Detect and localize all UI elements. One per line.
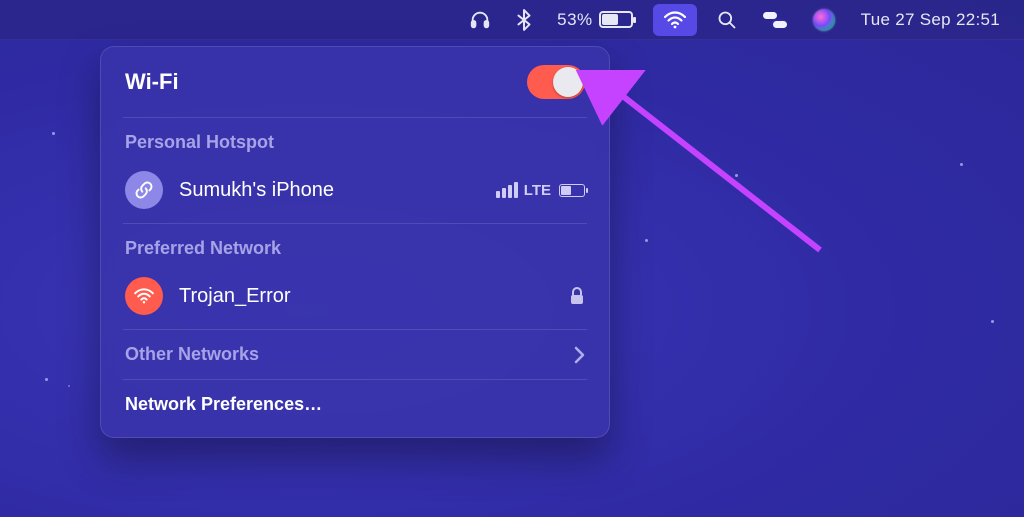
lock-icon (569, 287, 585, 305)
audio-output-icon[interactable] (463, 0, 497, 39)
divider (123, 329, 587, 330)
other-networks-row[interactable]: Other Networks (101, 334, 609, 375)
battery-fill (602, 14, 618, 25)
divider (123, 223, 587, 224)
hotspot-name: Sumukh's iPhone (179, 179, 496, 202)
wifi-title: Wi-Fi (125, 69, 527, 95)
spotlight-search-icon[interactable] (711, 0, 743, 39)
battery-percent-label: 53% (557, 10, 593, 30)
cell-type-label: LTE (524, 182, 551, 199)
preferred-network-row[interactable]: Trojan_Error (101, 267, 609, 325)
menubar: 53% Tue 27 Sep 22:51 (0, 0, 1024, 40)
personal-hotspot-label: Personal Hotspot (101, 122, 609, 161)
divider (123, 379, 587, 380)
wifi-dropdown-panel: Wi-Fi Personal Hotspot Sumukh's iPhone L… (100, 46, 610, 438)
preferred-network-name: Trojan_Error (179, 285, 569, 308)
hotspot-battery-icon (559, 184, 585, 197)
battery-status[interactable]: 53% (551, 0, 639, 39)
other-networks-label: Other Networks (125, 344, 573, 365)
network-preferences-label: Network Preferences… (125, 394, 322, 415)
preferred-network-label: Preferred Network (101, 228, 609, 267)
divider (123, 117, 587, 118)
control-center-icon[interactable] (757, 0, 793, 39)
hotspot-link-icon (125, 171, 163, 209)
wifi-toggle-knob (553, 67, 583, 97)
bluetooth-icon[interactable] (511, 0, 537, 39)
menubar-clock[interactable]: Tue 27 Sep 22:51 (855, 0, 1006, 39)
battery-icon (599, 11, 633, 28)
wifi-toggle[interactable] (527, 65, 585, 99)
chevron-right-icon (573, 346, 585, 364)
cell-signal-icon (496, 182, 518, 198)
hotspot-row[interactable]: Sumukh's iPhone LTE (101, 161, 609, 219)
wifi-header-row: Wi-Fi (101, 61, 609, 113)
wifi-network-icon (125, 277, 163, 315)
network-preferences-row[interactable]: Network Preferences… (101, 384, 609, 425)
wifi-menubar-icon[interactable] (653, 4, 697, 36)
siri-icon[interactable] (807, 0, 841, 39)
